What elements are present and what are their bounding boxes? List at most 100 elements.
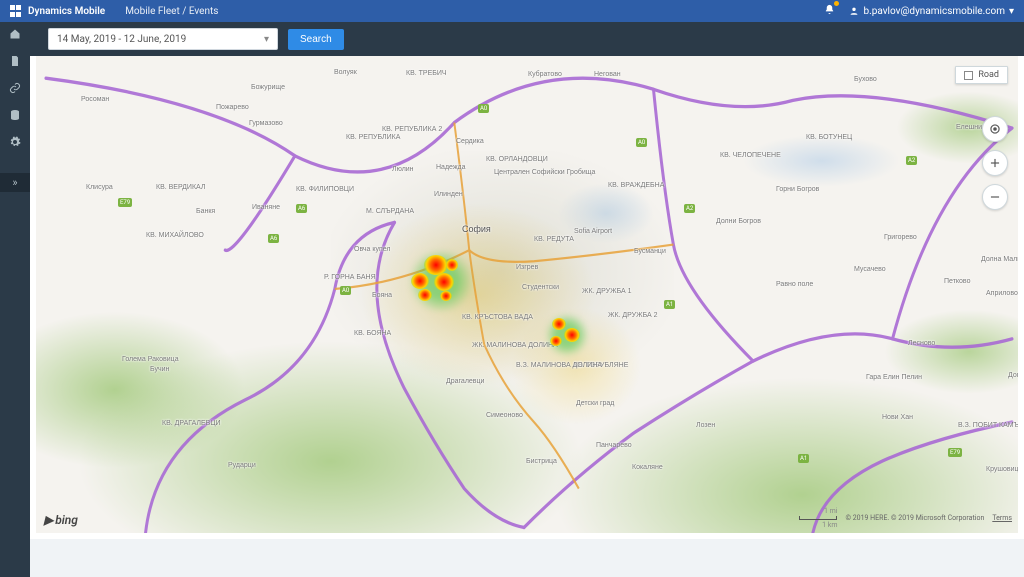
link-icon bbox=[9, 82, 21, 94]
sidebar: » bbox=[0, 22, 30, 577]
brand-logo-icon bbox=[10, 5, 22, 17]
place-label: Нови Хан bbox=[882, 414, 913, 421]
footer-strip bbox=[30, 539, 1024, 577]
sidebar-expand[interactable]: » bbox=[0, 173, 30, 192]
document-icon bbox=[9, 55, 21, 67]
place-label: Сердика bbox=[456, 138, 484, 145]
place-label: Детски град bbox=[576, 400, 614, 407]
map-zoom-out-button[interactable] bbox=[982, 184, 1008, 210]
sidebar-item-data[interactable] bbox=[9, 109, 21, 124]
place-label: КВ. БОЯНА bbox=[354, 330, 391, 337]
place-label: Лозен bbox=[696, 422, 715, 429]
road-badge: A0 bbox=[340, 286, 351, 295]
place-label: КВ. ВРАЖДЕБНА bbox=[608, 182, 664, 189]
place-label: Голема Раковица bbox=[122, 356, 179, 363]
place-label: Панчарево bbox=[596, 442, 632, 449]
database-icon bbox=[9, 109, 21, 121]
place-label: КВ. КРЪСТОВА ВАДА bbox=[462, 314, 533, 321]
notifications-bell-icon[interactable] bbox=[824, 4, 835, 18]
place-label: Григорево bbox=[884, 234, 917, 241]
place-label: КВ. ТРЕБИЧ bbox=[406, 70, 447, 77]
map-terms-link[interactable]: Terms bbox=[992, 514, 1012, 522]
place-label: Симеоново bbox=[486, 412, 523, 419]
road-badge: E79 bbox=[948, 448, 962, 457]
brand-name: Dynamics Mobile bbox=[28, 6, 105, 17]
place-label: Бухово bbox=[854, 76, 877, 83]
map-provider-logo: ▶bing bbox=[44, 513, 78, 527]
place-label: Изгрев bbox=[516, 264, 538, 271]
map-scalebar: 1 mi 1 km bbox=[799, 507, 837, 529]
road-badge: A6 bbox=[268, 234, 279, 243]
place-label: Бояна bbox=[372, 292, 392, 299]
map-style-toggle[interactable]: Road bbox=[955, 66, 1008, 84]
place-label: Доганово bbox=[1008, 372, 1018, 379]
user-email: b.pavlov@dynamicsmobile.com bbox=[863, 6, 1005, 17]
place-label: ЖК. ДРУЖБА 1 bbox=[582, 288, 632, 295]
map-copyright: © 2019 HERE. © 2019 Microsoft Corporatio… bbox=[845, 514, 984, 522]
road-style-icon bbox=[964, 71, 973, 80]
place-label: Надежда bbox=[436, 164, 466, 171]
map-controls: Road bbox=[955, 66, 1008, 210]
place-label: Централен Софийски Гробища bbox=[494, 169, 595, 176]
place-label: Драгалевци bbox=[446, 378, 484, 385]
map-zoom-in-button[interactable] bbox=[982, 150, 1008, 176]
date-range-picker[interactable]: 14 May, 2019 - 12 June, 2019 ▾ bbox=[48, 28, 278, 50]
search-button[interactable]: Search bbox=[288, 29, 344, 50]
breadcrumb-page[interactable]: Events bbox=[189, 6, 219, 17]
road-badge: A1 bbox=[798, 454, 809, 463]
place-label: КВ. РЕПУБЛИКА 2 bbox=[382, 126, 442, 133]
place-label: Росоман bbox=[81, 96, 109, 103]
place-label: Кубратово bbox=[528, 71, 562, 78]
map[interactable]: София РосоманВолуякБожурищеКВ. ТРЕБИЧКуб… bbox=[36, 56, 1018, 533]
breadcrumb: Mobile Fleet / Events bbox=[125, 6, 218, 17]
place-label: Гурмазово bbox=[249, 120, 283, 127]
breadcrumb-section[interactable]: Mobile Fleet bbox=[125, 6, 180, 17]
toolbar: 14 May, 2019 - 12 June, 2019 ▾ Search bbox=[30, 22, 1024, 56]
user-menu[interactable]: b.pavlov@dynamicsmobile.com ▾ bbox=[849, 6, 1014, 17]
place-label: Долни Богров bbox=[716, 218, 761, 225]
road-badge: A2 bbox=[684, 204, 695, 213]
road-badge: A0 bbox=[478, 104, 489, 113]
place-label: КВ. ФИЛИПОВЦИ bbox=[296, 186, 354, 193]
road-badge: A6 bbox=[296, 204, 307, 213]
place-label: Sofia Airport bbox=[574, 228, 612, 235]
road-badge: A0 bbox=[636, 138, 647, 147]
place-label: Бучин bbox=[150, 366, 169, 373]
app-header: Dynamics Mobile Mobile Fleet / Events b.… bbox=[0, 0, 1024, 22]
locate-icon bbox=[988, 122, 1002, 136]
place-label: Банкя bbox=[196, 208, 215, 215]
place-label: КВ. ВЕРДИКАЛ bbox=[156, 184, 205, 191]
place-label: Студентски bbox=[522, 284, 559, 291]
place-label: Бистрица bbox=[526, 458, 557, 465]
user-icon bbox=[849, 6, 859, 16]
place-label: Люлин bbox=[392, 166, 414, 173]
place-label: Божурище bbox=[251, 84, 285, 91]
heatmap-cluster-central bbox=[406, 251, 476, 311]
place-label: Априлово bbox=[986, 290, 1018, 297]
place-label: КВ. ДРАГАЛЕВЦИ bbox=[162, 420, 221, 427]
sidebar-item-settings[interactable] bbox=[9, 136, 21, 151]
place-label: Долна Малина bbox=[981, 256, 1018, 263]
place-label: Кокаляне bbox=[632, 464, 663, 471]
road-badge: A2 bbox=[906, 156, 917, 165]
map-locate-button[interactable] bbox=[982, 116, 1008, 142]
place-label: Гара Елин Пелин bbox=[866, 374, 922, 381]
place-label: Иваняне bbox=[252, 204, 280, 211]
place-label: Волуяк bbox=[334, 69, 357, 76]
place-label: Клисура bbox=[86, 184, 113, 191]
place-label: Равно поле bbox=[776, 281, 813, 288]
place-label: Мусачево bbox=[854, 266, 886, 273]
sidebar-item-links[interactable] bbox=[9, 82, 21, 97]
place-label: Бусманци bbox=[634, 248, 666, 255]
road-badge: A1 bbox=[664, 300, 675, 309]
sidebar-item-documents[interactable] bbox=[9, 55, 21, 70]
place-label: Р. ГОРНА БАНЯ bbox=[324, 274, 376, 281]
sidebar-item-home[interactable] bbox=[9, 28, 21, 43]
chevron-right-icon: » bbox=[12, 176, 17, 189]
date-range-value: 14 May, 2019 - 12 June, 2019 bbox=[57, 34, 186, 45]
plus-icon bbox=[988, 156, 1002, 170]
map-attribution: 1 mi 1 km © 2019 HERE. © 2019 Microsoft … bbox=[799, 507, 1012, 529]
place-label: Илинден bbox=[434, 191, 463, 198]
heatmap-cluster-southeast bbox=[544, 314, 590, 356]
place-label: В.З. МАЛИНОВА ДОЛИНА bbox=[516, 362, 602, 369]
